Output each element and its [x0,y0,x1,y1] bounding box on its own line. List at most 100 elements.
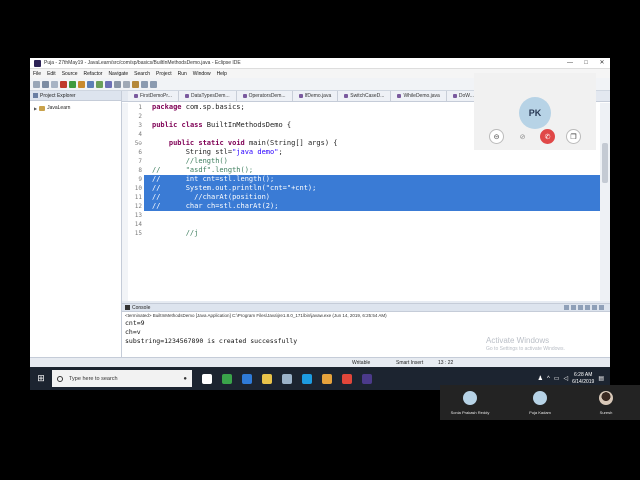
file-manager-icon[interactable] [218,370,235,387]
participant-tile[interactable]: Puja Kadam [510,385,570,420]
print-icon[interactable] [51,80,58,88]
code-text: String stl="java demo"; [152,148,283,157]
editor-tab[interactable]: IfDemo.java [292,91,339,101]
new-package-icon[interactable] [96,80,103,88]
back-icon[interactable] [141,80,148,88]
new-java-project-icon[interactable] [87,80,94,88]
pin-console-icon[interactable] [592,305,597,310]
menu-search[interactable]: Search [134,71,150,77]
code-line[interactable]: 8 // "asdf".length(); [122,166,600,175]
console-line: cnt=9 [125,319,145,327]
console-icon [125,305,130,310]
mic-icon[interactable]: ⊝ [489,129,504,144]
console-status: <terminated> BuiltInMethodsDemo [Java Ap… [125,313,387,318]
code-line[interactable]: 10 // System.out.println("cnt="+cnt); [122,184,600,193]
java-file-icon [184,94,189,98]
code-line[interactable]: 15 //j [122,229,600,238]
java-file-icon [344,94,349,98]
code-line[interactable]: 14 [122,220,600,229]
external-tools-icon[interactable] [78,80,85,88]
scrollbar-thumb[interactable] [602,143,608,183]
project-folder-icon [39,105,46,111]
code-line[interactable]: 12 // char ch=stl.charAt(2); [122,202,600,211]
menu-navigate[interactable]: Navigate [108,71,128,77]
menu-file[interactable]: File [33,71,41,77]
scroll-lock-icon[interactable] [585,305,590,310]
participant-tile[interactable]: Sonia Prakash Reddy [440,385,500,420]
explorer-icon[interactable] [258,370,275,387]
code-token: public [168,139,195,147]
code-line[interactable]: 9 // int cnt=stl.length(); [122,175,600,184]
editor-scrollbar[interactable] [600,103,610,301]
edge-icon[interactable] [238,370,255,387]
menu-edit[interactable]: Edit [47,71,56,77]
notifications-icon[interactable]: ▤ [598,375,604,382]
participant-name: Suresh [599,410,613,415]
menu-help[interactable]: Help [217,71,227,77]
taskbar-search[interactable]: Type here to search ● [52,370,192,387]
remove-launch-icon[interactable] [571,305,576,310]
annotation-icon[interactable] [132,80,139,88]
maximize-button[interactable]: □ [578,58,594,69]
code-text: // System.out.println("cnt="+cnt); [152,184,316,193]
line-number: 9 [138,176,142,183]
participant-tile[interactable]: Suresh [576,385,636,420]
code-token: // System.out.println("cnt="+cnt); [152,184,317,192]
skype-icon[interactable] [298,370,315,387]
camera-off-icon[interactable]: ⊘ [515,129,530,144]
project-explorer: Project Explorer ▶ JavaLearn [30,91,122,357]
clear-console-icon[interactable] [578,305,583,310]
forward-icon[interactable] [150,80,157,88]
debug-icon[interactable] [60,80,67,88]
editor-tab[interactable]: FirstDemoPr... [128,91,179,101]
window-title-bar[interactable]: Puja - 27thMay19 - JavaLearn/src/com/sp/… [30,58,610,69]
open-console-icon[interactable] [599,305,604,310]
editor-tab[interactable]: DataTypesDem... [178,91,237,101]
clock[interactable]: 6:28 AM 6/14/2019 [572,372,594,386]
start-button[interactable]: ⊞ [30,367,52,390]
chrome-icon[interactable] [338,370,355,387]
cloud-icon[interactable] [318,370,335,387]
code-line[interactable]: 7 //length() [122,157,600,166]
search-icon[interactable] [123,80,130,88]
terminate-icon[interactable] [564,305,569,310]
open-type-icon[interactable] [114,80,121,88]
java-file-icon [452,94,457,98]
menu-refactor[interactable]: Refactor [84,71,103,77]
menu-run[interactable]: Run [178,71,187,77]
network-icon[interactable]: ▭ [554,375,560,382]
menu-project[interactable]: Project [156,71,172,77]
run-icon[interactable] [69,80,76,88]
task-view-icon[interactable] [198,370,215,387]
hang-up-icon[interactable]: ✆ [540,129,555,144]
line-number: 12 [134,203,142,210]
participant-name: Sonia Prakash Reddy [450,410,490,415]
minimize-button[interactable]: — [562,58,578,69]
people-icon[interactable]: ♟ [538,375,543,382]
activate-title: Activate Windows [486,336,550,345]
line-number: 15 [134,230,142,237]
chevron-up-icon[interactable]: ^ [547,376,550,382]
volume-icon[interactable]: ◁ [563,375,568,382]
editor-tab[interactable]: SwitchCaseD... [338,91,392,101]
project-explorer-tab[interactable]: Project Explorer [30,91,121,101]
code-line[interactable]: 11 // //charAt(position) [122,193,600,202]
code-line[interactable]: 13 // System.out.println("ch="+ch); [122,211,600,220]
new-icon[interactable] [33,80,40,88]
eclipse-icon[interactable] [358,370,375,387]
save-icon[interactable] [42,80,49,88]
new-class-icon[interactable] [105,80,112,88]
editor-tab[interactable]: OperatorsDem... [236,91,293,101]
code-text: package com.sp.basics; [152,103,245,112]
close-button[interactable]: ✕ [594,58,610,69]
tree-item-javalearn[interactable]: ▶ JavaLearn [30,101,121,111]
menu-source[interactable]: Source [62,71,78,77]
menu-window[interactable]: Window [193,71,211,77]
code-token: // "asdf".length(); [152,166,254,174]
microphone-icon[interactable]: ● [183,376,187,382]
editor-tab[interactable]: WhileDemo.java [391,91,447,101]
store-icon[interactable] [278,370,295,387]
chevron-right-icon[interactable]: ▶ [34,106,37,111]
console-tab[interactable]: Console [122,304,610,312]
popout-icon[interactable]: ❐ [566,129,581,144]
